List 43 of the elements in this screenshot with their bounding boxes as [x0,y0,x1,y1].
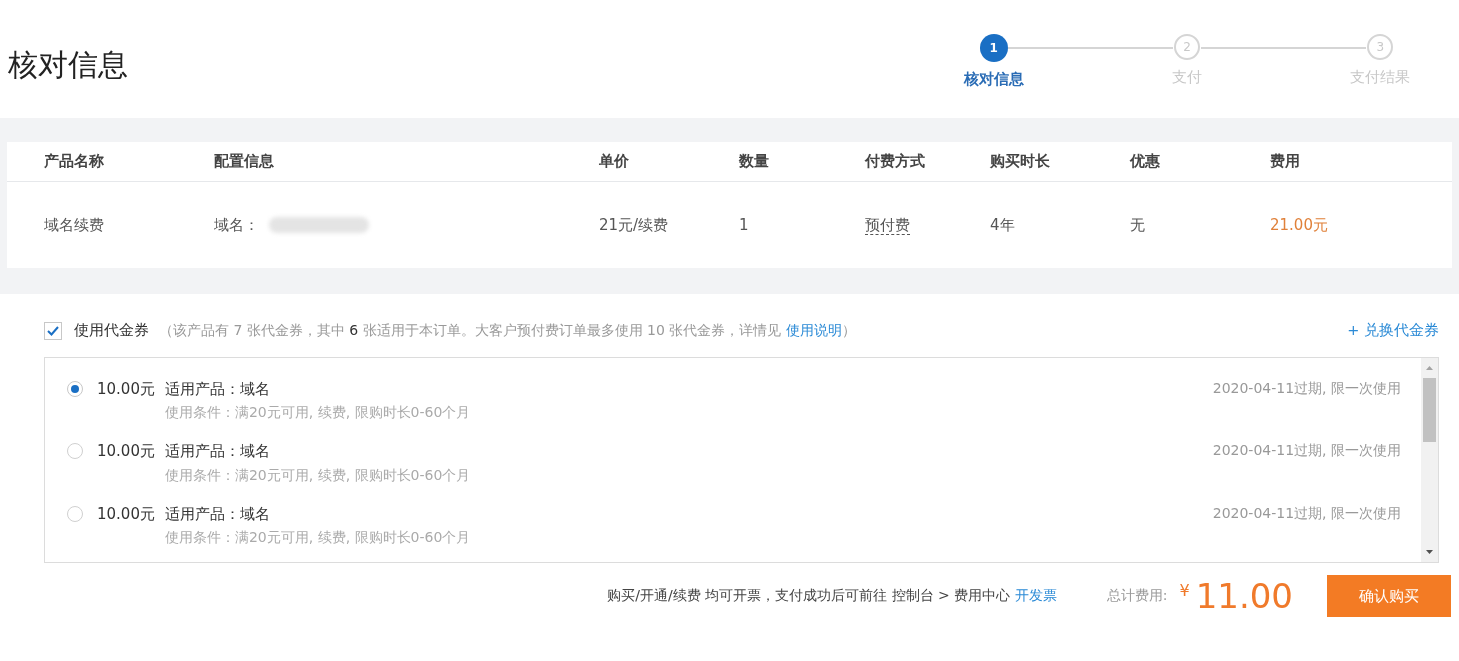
step-label: 核对信息 [963,69,1024,90]
column-header: 费用 [1270,152,1300,171]
table-cell: 21元/续费 [599,215,669,234]
table-cell: 1 [739,215,749,234]
exchange-voucher-link[interactable]: + 兑换代金券 [1347,320,1439,342]
voucher-product: 适用产品：域名 [164,378,271,400]
voucher-expiry: 2020-04-11过期, 限一次使用 [1212,378,1401,398]
checkmark-icon [47,325,59,336]
voucher-condition: 使用条件：满20元可用, 续费, 限购时长0-60个月 [164,403,471,423]
table-cell: 21.00元 [1270,215,1328,234]
total-amount: 11.00 [1195,578,1293,613]
column-header: 付费方式 [865,152,925,171]
step-number: 1 [979,34,1008,62]
checkbox[interactable] [44,321,62,340]
invoice-link[interactable]: 开发票 [1014,587,1057,604]
column-header: 优惠 [1130,152,1160,171]
voucher-amount: 10.00元 [97,441,155,463]
voucher-product: 适用产品：域名 [164,441,271,463]
column-header: 数量 [739,152,769,171]
currency-symbol: ¥ [1179,579,1190,602]
table-cell: 域名续费 [44,215,104,234]
voucher-product: 适用产品：域名 [164,503,271,525]
table-cell: 无 [1130,215,1145,234]
confirm-purchase-button[interactable]: 确认购买 [1327,574,1451,617]
table-cell-text: 域名： [214,214,259,236]
voucher-note: （该产品有 7 张代金券，其中 6 张适用于本订单。大客户预付费订单最多使用 10 张代金券，详情见 使用说明） [159,321,856,341]
table-cell: 预付费 [865,215,910,235]
voucher-expiry: 2020-04-11过期, 限一次使用 [1212,503,1401,523]
table-cell: 4年 [990,215,1015,234]
voucher-condition: 使用条件：满20元可用, 续费, 限购时长0-60个月 [164,528,471,548]
column-header: 产品名称 [44,152,104,171]
voucher-amount: 10.00元 [97,378,155,400]
checkbox-label: 使用代金券 [74,321,149,340]
usage-link[interactable]: 使用说明 [785,322,842,339]
voucher-expiry: 2020-04-11过期, 限一次使用 [1212,441,1401,461]
page-title: 核对信息 [8,46,128,84]
column-header: 单价 [599,152,629,171]
total-label: 总计费用: [1106,586,1168,606]
column-header: 购买时长 [990,152,1050,171]
column-header: 配置信息 [214,152,274,171]
voucher-condition: 使用条件：满20元可用, 续费, 限购时长0-60个月 [164,465,471,485]
voucher-amount: 10.00元 [97,503,155,525]
invoice-note: 购买/开通/续费 均可开票，支付成功后可前往 控制台 > 费用中心 开发票 [607,586,1057,606]
